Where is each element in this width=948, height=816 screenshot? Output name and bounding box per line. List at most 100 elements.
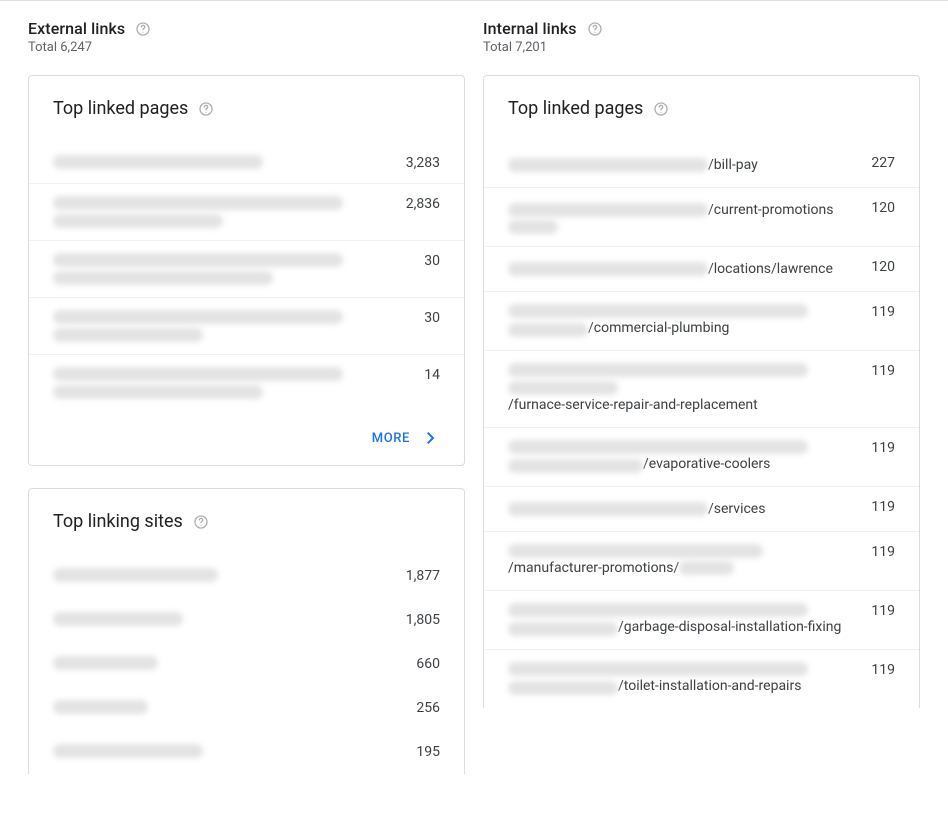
row-url: /evaporative-coolers [508, 440, 855, 474]
row-count: 119 [871, 440, 895, 456]
table-row[interactable]: /evaporative-coolers 119 [484, 428, 919, 487]
row-count: 119 [871, 544, 895, 560]
url-tail: /garbage-disposal-installation-fixing [618, 617, 841, 637]
table-row[interactable]: /current-promotions 120 [484, 188, 919, 247]
row-count: 1,877 [406, 568, 440, 584]
url-tail: /furnace-service-repair-and-replacement [508, 395, 758, 415]
table-row[interactable]: /commercial-plumbing 119 [484, 292, 919, 351]
row-count: 195 [416, 744, 440, 760]
table-row[interactable]: 14 [29, 355, 464, 411]
redacted-text [508, 603, 808, 617]
row-count: 119 [871, 662, 895, 678]
row-url: /manufacturer-promotions/ [508, 544, 855, 578]
help-icon[interactable] [198, 101, 214, 117]
more-label: MORE [372, 431, 410, 446]
row-count: 119 [871, 363, 895, 379]
row-count: 119 [871, 603, 895, 619]
row-count: 120 [871, 200, 895, 216]
table-row[interactable]: 1,805 [29, 598, 464, 642]
more-button[interactable]: MORE [29, 411, 464, 465]
redacted-text [53, 253, 343, 267]
redacted-text [508, 323, 588, 337]
help-icon[interactable] [135, 21, 151, 37]
row-count: 660 [416, 656, 440, 672]
row-url: /locations/lawrence [508, 259, 855, 279]
redacted-text [53, 385, 263, 399]
redacted-text [679, 561, 734, 575]
row-count: 1,805 [406, 612, 440, 628]
internal-top-linked-pages-card: Top linked pages /bill-pay 227/current-pr… [483, 75, 920, 708]
card-title: Top linking sites [53, 511, 183, 532]
table-row[interactable]: 195 [29, 730, 464, 774]
row-url: /current-promotions [508, 200, 855, 234]
redacted-text [508, 262, 708, 276]
row-url: /garbage-disposal-installation-fixing [508, 603, 855, 637]
row-count: 2,836 [406, 196, 440, 212]
help-icon[interactable] [587, 21, 603, 37]
table-row[interactable]: /furnace-service-repair-and-replacement 1… [484, 351, 919, 428]
redacted-text [508, 363, 808, 377]
redacted-text [508, 544, 763, 558]
url-tail: /services [708, 499, 765, 519]
row-url: /toilet-installation-and-repairs [508, 662, 855, 696]
redacted-text [508, 203, 708, 217]
help-icon[interactable] [653, 101, 669, 117]
row-url: /bill-pay [508, 155, 855, 175]
internal-links-column: Internal links Total 7,201 Top linked pa… [483, 19, 920, 796]
redacted-text [53, 328, 203, 342]
row-url [53, 310, 408, 342]
table-row[interactable]: 3,283 [29, 143, 464, 184]
redacted-text [508, 681, 618, 695]
chevron-right-icon [422, 429, 440, 447]
redacted-text [53, 310, 343, 324]
table-row[interactable]: /toilet-installation-and-repairs 119 [484, 650, 919, 708]
table-row[interactable]: 30 [29, 298, 464, 355]
redacted-text [53, 214, 223, 228]
external-section-title: External links [28, 19, 125, 38]
row-url [53, 700, 400, 714]
external-top-pages-rows: 3,283 2,836 30 30 14 [29, 125, 464, 411]
redacted-text [508, 662, 808, 676]
redacted-text [508, 158, 708, 172]
card-title: Top linked pages [508, 98, 643, 119]
external-top-linked-pages-card: Top linked pages 3,283 2,836 30 30 14 MORE [28, 75, 465, 466]
card-title: Top linked pages [53, 98, 188, 119]
table-row[interactable]: 1,877 [29, 554, 464, 598]
url-tail: /evaporative-coolers [643, 454, 770, 474]
help-icon[interactable] [193, 514, 209, 530]
row-count: 227 [871, 155, 895, 171]
row-url [53, 656, 400, 670]
external-top-sites-rows: 1,877 1,805 660 256 195 [29, 538, 464, 774]
row-count: 119 [871, 499, 895, 515]
table-row[interactable]: 660 [29, 642, 464, 686]
url-tail: /manufacturer-promotions/ [508, 558, 679, 578]
redacted-text [53, 155, 263, 169]
table-row[interactable]: /locations/lawrence 120 [484, 247, 919, 292]
row-count: 119 [871, 304, 895, 320]
redacted-text [508, 459, 643, 473]
redacted-text [53, 612, 183, 626]
url-tail: /commercial-plumbing [588, 318, 729, 338]
row-count: 256 [416, 700, 440, 716]
redacted-text [53, 568, 218, 582]
row-url: /services [508, 499, 855, 519]
table-row[interactable]: 256 [29, 686, 464, 730]
row-count: 30 [424, 310, 440, 326]
row-url: /commercial-plumbing [508, 304, 855, 338]
row-url [53, 568, 390, 582]
row-url [53, 155, 390, 169]
url-tail: /current-promotions [708, 200, 833, 220]
redacted-text [53, 367, 343, 381]
table-row[interactable]: /garbage-disposal-installation-fixing 119 [484, 591, 919, 650]
redacted-text [53, 196, 343, 210]
redacted-text [508, 381, 618, 395]
table-row[interactable]: /bill-pay 227 [484, 143, 919, 188]
table-row[interactable]: 2,836 [29, 184, 464, 241]
table-row[interactable]: /services 119 [484, 487, 919, 532]
table-row[interactable]: 30 [29, 241, 464, 298]
row-url [53, 196, 390, 228]
redacted-text [53, 656, 158, 670]
row-count: 30 [424, 253, 440, 269]
row-count: 120 [871, 259, 895, 275]
table-row[interactable]: /manufacturer-promotions/119 [484, 532, 919, 591]
